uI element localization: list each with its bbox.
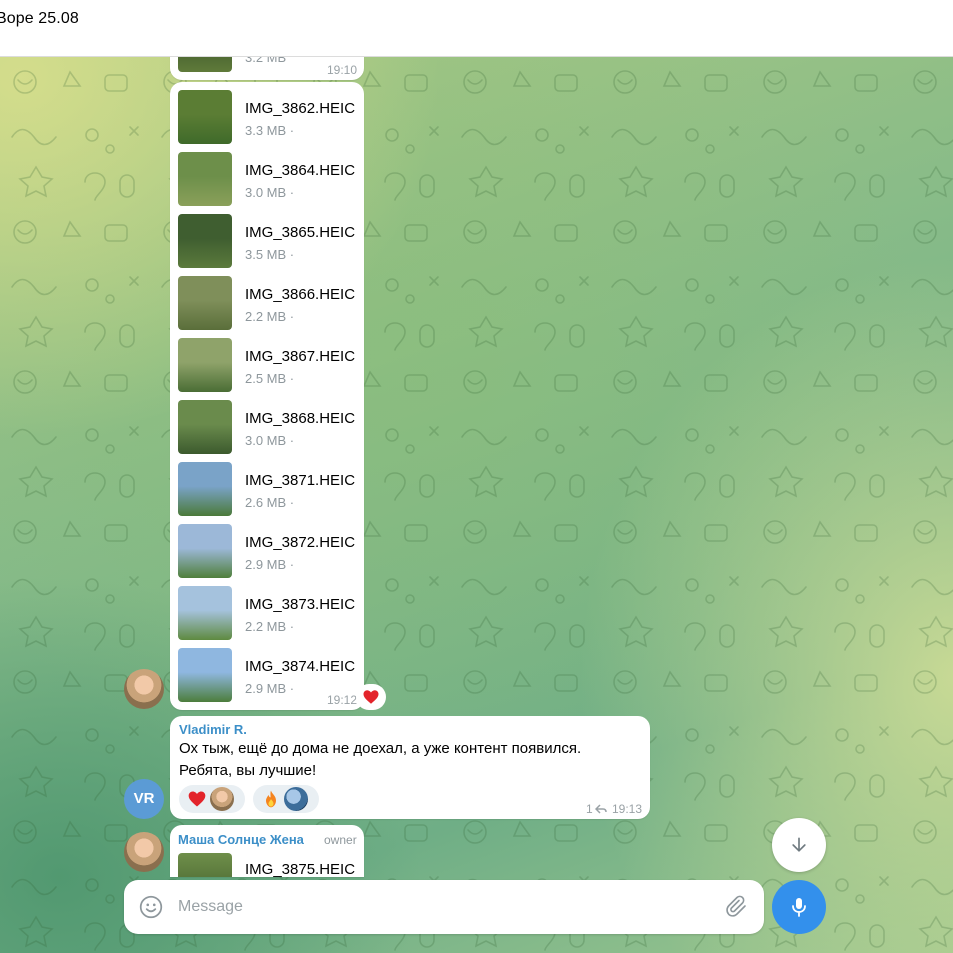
file-item[interactable]: IMG_3871.HEIC 2.6 MB · <box>178 462 363 518</box>
heart-icon <box>188 791 206 807</box>
file-item[interactable]: IMG_3864.HEIC 3.0 MB · <box>178 152 363 208</box>
message-composer <box>124 880 764 934</box>
reactor-avatar <box>210 787 234 811</box>
file-name[interactable]: IMG_3866.HEIC <box>245 286 355 303</box>
reactor-avatar <box>284 787 308 811</box>
file-name[interactable]: IMG_3872.HEIC <box>245 534 355 551</box>
file-size: 2.9 MB · <box>245 557 295 572</box>
file-thumbnail[interactable] <box>178 400 232 454</box>
file-size: 3.0 MB · <box>245 433 295 448</box>
sender-name[interactable]: Маша Солнце Жена <box>178 832 304 847</box>
avatar-initials: VR <box>133 790 155 807</box>
file-size: 3.5 MB · <box>245 247 295 262</box>
file-name[interactable]: IMG_3874.HEIC <box>245 658 355 675</box>
file-size: 2.9 MB · <box>245 681 295 696</box>
file-thumbnail[interactable] <box>178 152 232 206</box>
reply-count[interactable]: 1 <box>586 802 593 816</box>
file-size: 3.3 MB · <box>245 123 295 138</box>
file-thumbnail[interactable] <box>178 586 232 640</box>
reaction-heart[interactable] <box>179 785 245 813</box>
reply-icon[interactable] <box>595 804 607 814</box>
file-thumbnail[interactable] <box>178 462 232 516</box>
file-item[interactable]: IMG_3862.HEIC 3.3 MB · <box>178 90 363 146</box>
message-time: 19:12 <box>327 693 358 707</box>
file-size: 2.2 MB · <box>245 619 295 634</box>
last-message-bubble[interactable]: Маша Солнце Жена owner IMG_3875.HEIC <box>170 825 364 877</box>
message-input[interactable] <box>178 894 698 920</box>
message-line-2: Ребята, вы лучшие! <box>179 762 317 779</box>
scroll-down-button[interactable] <box>772 818 826 872</box>
file-name[interactable]: IMG_3873.HEIC <box>245 596 355 613</box>
file-thumbnail[interactable] <box>178 648 232 702</box>
file-item[interactable]: IMG_3865.HEIC 3.5 MB · <box>178 214 363 270</box>
message-time: 19:10 <box>327 63 358 77</box>
album-bubble[interactable]: IMG_3862.HEIC 3.3 MB · IMG_3864.HEIC 3.0 MB… <box>170 82 364 710</box>
sender-avatar-initials[interactable]: VR <box>124 779 164 819</box>
file-thumbnail[interactable] <box>178 90 232 144</box>
fire-icon <box>266 790 276 808</box>
file-item[interactable]: IMG_3873.HEIC 2.2 MB · <box>178 586 363 642</box>
file-size: 3.0 MB · <box>245 185 295 200</box>
reaction-heart-badge[interactable] <box>356 684 386 710</box>
message-time: 19:13 <box>612 802 643 816</box>
file-item[interactable]: IMG_3867.HEIC 2.5 MB · <box>178 338 363 394</box>
file-name[interactable]: IMG_3865.HEIC <box>245 224 355 241</box>
chat-header: Bope 25.08 <box>0 0 953 57</box>
file-item[interactable]: IMG_3872.HEIC 2.9 MB · <box>178 524 363 580</box>
sender-avatar[interactable] <box>124 832 164 872</box>
file-thumbnail[interactable] <box>178 853 232 877</box>
file-item[interactable]: IMG_3868.HEIC 3.0 MB · <box>178 400 363 456</box>
sender-role: owner <box>324 833 357 847</box>
file-name[interactable]: IMG_3871.HEIC <box>245 472 355 489</box>
microphone-icon <box>792 898 806 917</box>
file-name[interactable]: IMG_3867.HEIC <box>245 348 355 365</box>
file-name[interactable]: IMG_3864.HEIC <box>245 162 355 179</box>
sender-name[interactable]: Vladimir R. <box>179 722 247 737</box>
arrow-down-icon <box>792 837 806 852</box>
file-thumbnail[interactable] <box>178 276 232 330</box>
sender-avatar[interactable] <box>124 669 164 709</box>
voice-record-button[interactable] <box>772 880 826 934</box>
file-name[interactable]: IMG_3862.HEIC <box>245 100 355 117</box>
reaction-fire[interactable] <box>253 785 319 813</box>
file-size: 2.5 MB · <box>245 371 295 386</box>
file-thumbnail[interactable] <box>178 524 232 578</box>
file-name[interactable]: IMG_3868.HEIC <box>245 410 355 427</box>
paperclip-icon[interactable] <box>725 895 749 919</box>
file-name[interactable]: IMG_3875.HEIC <box>245 861 355 877</box>
file-size: 2.2 MB · <box>245 309 295 324</box>
file-size: 2.6 MB · <box>245 495 295 510</box>
heart-icon <box>363 690 379 704</box>
text-message-bubble[interactable]: Vladimir R. Ох тыж, ещё до дома не доеха… <box>170 716 650 819</box>
emoji-icon[interactable] <box>138 894 164 920</box>
file-thumbnail[interactable] <box>178 338 232 392</box>
chat-title[interactable]: Bope 25.08 <box>0 10 79 28</box>
file-item[interactable]: IMG_3866.HEIC 2.2 MB · <box>178 276 363 332</box>
file-thumbnail[interactable] <box>178 214 232 268</box>
message-line-1: Ох тыж, ещё до дома не доехал, а уже кон… <box>179 740 582 757</box>
